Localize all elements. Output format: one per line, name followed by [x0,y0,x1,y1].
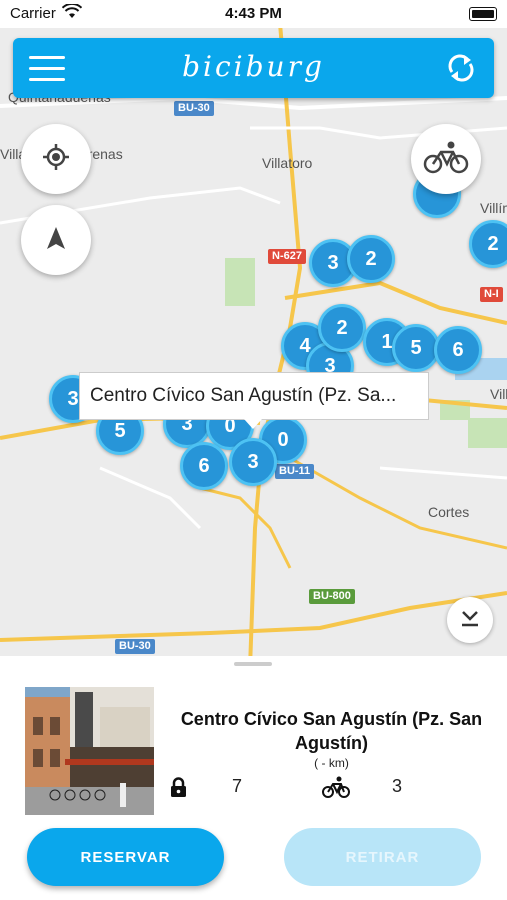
my-location-button[interactable] [21,124,91,194]
station-photo [25,687,154,815]
refresh-icon[interactable] [446,52,476,89]
place-label: Villímar [480,200,507,216]
reserve-button[interactable]: RESERVAR [27,828,224,886]
status-bar: Carrier 4:43 PM [0,0,507,28]
place-label: Cortes [428,504,470,520]
station-cluster[interactable]: 6 [180,442,228,490]
road-shield: N-627 [268,249,306,264]
station-cluster[interactable]: 6 [434,326,482,374]
bike-mode-button[interactable] [411,124,481,194]
station-cluster[interactable]: 2 [347,235,395,283]
available-docks: 7 [232,776,243,796]
callout-pointer [244,419,262,429]
crosshair-icon [41,142,71,177]
app-logo: biciburg [182,50,325,83]
map[interactable]: Quintanadueñas Villagonzalo Arenas Villa… [0,28,507,658]
collapse-sheet-button[interactable] [447,597,493,643]
road-shield: BU-30 [174,101,214,116]
station-callout[interactable]: Centro Cívico San Agustín (Pz. Sa... [79,372,429,420]
chevron-down-icon [459,608,481,633]
road-shield: BU-11 [275,464,315,479]
place-label: Villatoro [262,155,313,171]
navigate-button[interactable] [21,205,91,275]
station-sheet: Centro Cívico San Agustín (Pz. San Agust… [0,656,507,900]
withdraw-button[interactable]: RETIRAR [284,828,481,886]
lock-icon [170,777,187,803]
station-cluster[interactable]: 5 [392,324,440,372]
station-cluster[interactable]: 3 [229,438,277,486]
place-label: Villafría [490,386,507,402]
clock: 4:43 PM [225,5,282,22]
app-bar: biciburg [13,38,494,98]
navigation-arrow-icon [44,225,68,256]
road-shield: BU-30 [115,639,155,654]
road-shield: N-I [480,287,503,302]
bicycle-icon [322,776,350,803]
station-cluster[interactable]: 2 [318,304,366,352]
available-bikes: 3 [392,776,403,796]
road-shield: BU-800 [309,589,355,604]
station-distance: ( - km) [314,756,349,770]
battery-icon [469,7,497,21]
station-name: Centro Cívico San Agustín (Pz. San Agust… [180,709,483,753]
sheet-handle[interactable] [234,662,272,666]
bicycle-icon [423,140,469,179]
